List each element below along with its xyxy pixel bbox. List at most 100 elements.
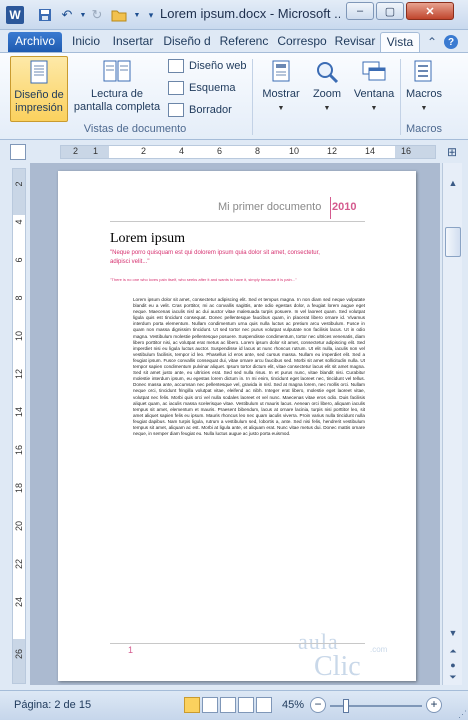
outline-view-icon[interactable]	[238, 697, 254, 713]
print-layout-icon	[30, 60, 48, 84]
show-icon	[272, 60, 290, 82]
maximize-button[interactable]: ▢	[376, 2, 404, 20]
tab-diseno[interactable]: Diseño d	[160, 32, 214, 52]
macros-dropdown-icon: ▼	[420, 105, 428, 112]
scroll-up-icon[interactable]: ▲	[445, 175, 461, 191]
draft-button[interactable]: Borrador	[168, 100, 232, 120]
ribbon-tabs: Archivo Inicio Insertar Diseño d Referen…	[0, 30, 468, 52]
web-layout-button[interactable]: Diseño web	[168, 56, 246, 76]
vruler-number: 14	[14, 407, 24, 418]
zoom-level[interactable]: 45%	[282, 699, 304, 711]
zoom-button[interactable]: Zoom ▼	[306, 56, 348, 122]
close-button[interactable]: ✕	[406, 2, 454, 20]
show-button[interactable]: Mostrar ▼	[258, 56, 304, 122]
show-dropdown-icon: ▼	[277, 105, 285, 112]
vruler-number: 6	[14, 257, 24, 263]
scroll-down-icon[interactable]: ▼	[445, 625, 461, 641]
full-screen-reading-button[interactable]: Lectura de pantalla completa	[72, 56, 162, 122]
ruler-number: 8	[255, 146, 261, 156]
print-layout-view-icon[interactable]	[184, 697, 200, 713]
window-dropdown-icon: ▼	[370, 105, 378, 112]
status-bar: Página: 2 de 15 45% − + ⋰	[0, 690, 468, 720]
ruler-number: 14	[365, 146, 376, 156]
web-layout-label: Diseño web	[189, 60, 247, 72]
document-page[interactable]: Mi primer documento 2010 Lorem ipsum "Ne…	[58, 171, 416, 682]
window-title: Lorem ipsum.docx - Microsoft ...	[160, 6, 340, 21]
ruler-number: 16	[401, 146, 412, 156]
word-app-icon[interactable]: W	[6, 6, 24, 24]
document-quote: "Neque porro quisquam est qui dolorem ip…	[110, 250, 320, 265]
zoom-icon	[317, 62, 339, 84]
vruler-number: 16	[14, 445, 24, 456]
tab-insertar[interactable]: Insertar	[108, 32, 158, 52]
view-ruler-icon[interactable]: ⊞	[445, 145, 459, 159]
ruler-number: 10	[289, 146, 300, 156]
vruler-number: 2	[14, 181, 24, 187]
document-quote-translation: "There is no one who loves pain itself, …	[110, 277, 297, 282]
full-screen-view-icon[interactable]	[202, 697, 218, 713]
ruler-number: 2	[73, 146, 79, 156]
tab-revisar[interactable]: Revisar	[332, 32, 378, 52]
outline-icon	[168, 81, 184, 95]
redo-icon[interactable]: ↻	[88, 6, 106, 24]
show-label: Mostrar	[262, 88, 300, 100]
open-folder-icon[interactable]	[110, 6, 128, 24]
tab-archivo[interactable]: Archivo	[8, 32, 62, 52]
footer-line	[110, 643, 365, 644]
page-count-status[interactable]: Página: 2 de 15	[14, 699, 91, 711]
save-icon[interactable]	[36, 6, 54, 24]
scroll-thumb[interactable]	[445, 227, 461, 257]
macros-icon	[414, 60, 432, 82]
group-label-views: Vistas de documento	[83, 123, 187, 135]
tab-inicio[interactable]: Inicio	[66, 32, 106, 52]
header-year: 2010	[332, 201, 357, 213]
zoom-out-icon[interactable]: −	[310, 697, 326, 713]
minimize-ribbon-icon[interactable]: ⌃	[424, 34, 440, 50]
macros-button[interactable]: Macros ▼	[404, 56, 444, 122]
window-button[interactable]: Ventana ▼	[350, 56, 398, 122]
ribbon-vista: Diseño de impresión Lectura de pantalla …	[0, 52, 468, 140]
vruler-number: 8	[14, 295, 24, 301]
vruler-number: 12	[14, 369, 24, 380]
ruler-row: 2 1 2 4 6 8 10 12 14 16	[0, 141, 468, 163]
draft-view-icon[interactable]	[256, 697, 272, 713]
horizontal-ruler[interactable]: 2 1 2 4 6 8 10 12 14 16	[60, 145, 436, 159]
vertical-ruler: 2 4 6 8 10 12 14 16 18 20 22 24 26	[12, 168, 26, 684]
customize-qat-icon[interactable]: ▾	[142, 6, 160, 24]
outline-label: Esquema	[189, 82, 236, 94]
next-page-icon[interactable]: ⏷	[445, 669, 461, 685]
vruler-number: 4	[14, 219, 24, 225]
minimize-button[interactable]: –	[346, 2, 374, 20]
tab-correspondencia[interactable]: Correspo	[274, 32, 330, 52]
zoom-dropdown-icon: ▼	[323, 105, 331, 112]
header-line	[110, 221, 365, 222]
tab-referencias[interactable]: Referenc	[216, 32, 272, 52]
vruler-top-margin	[13, 169, 25, 215]
vruler-number: 18	[14, 483, 24, 494]
draft-icon	[168, 103, 184, 117]
vertical-scrollbar[interactable]: ▲ ▼ ⏶ ● ⏷	[442, 163, 462, 685]
tab-selector-button[interactable]	[10, 144, 26, 160]
document-area: Mi primer documento 2010 Lorem ipsum "Ne…	[30, 163, 440, 685]
header-divider	[330, 197, 331, 219]
ribbon-separator	[252, 59, 253, 135]
vruler-number: 26	[14, 649, 24, 660]
resize-grip-icon[interactable]: ⋰	[458, 709, 467, 720]
zoom-in-icon[interactable]: +	[426, 697, 442, 713]
outline-button[interactable]: Esquema	[168, 78, 235, 98]
title-bar: W ↶ ▼ ↻ ▼ ▾ Lorem ipsum.docx - Microsoft…	[0, 0, 468, 30]
zoom-slider-thumb[interactable]	[343, 699, 349, 713]
ruler-number: 2	[141, 146, 147, 156]
help-icon[interactable]: ?	[444, 35, 458, 49]
tab-vista[interactable]: Vista	[380, 32, 420, 52]
web-layout-icon	[168, 59, 184, 73]
window-label: Ventana	[353, 88, 395, 100]
ruler-number: 4	[179, 146, 185, 156]
document-body: Lorem ipsum dolor sit amet, consectetur …	[133, 297, 365, 437]
web-view-icon[interactable]	[220, 697, 236, 713]
page-number: 1	[128, 645, 134, 655]
header-title: Mi primer documento	[218, 201, 322, 213]
watermark-com: .com	[370, 645, 388, 654]
print-layout-button[interactable]: Diseño de impresión	[10, 56, 68, 122]
vruler-bottom-margin	[13, 639, 25, 683]
